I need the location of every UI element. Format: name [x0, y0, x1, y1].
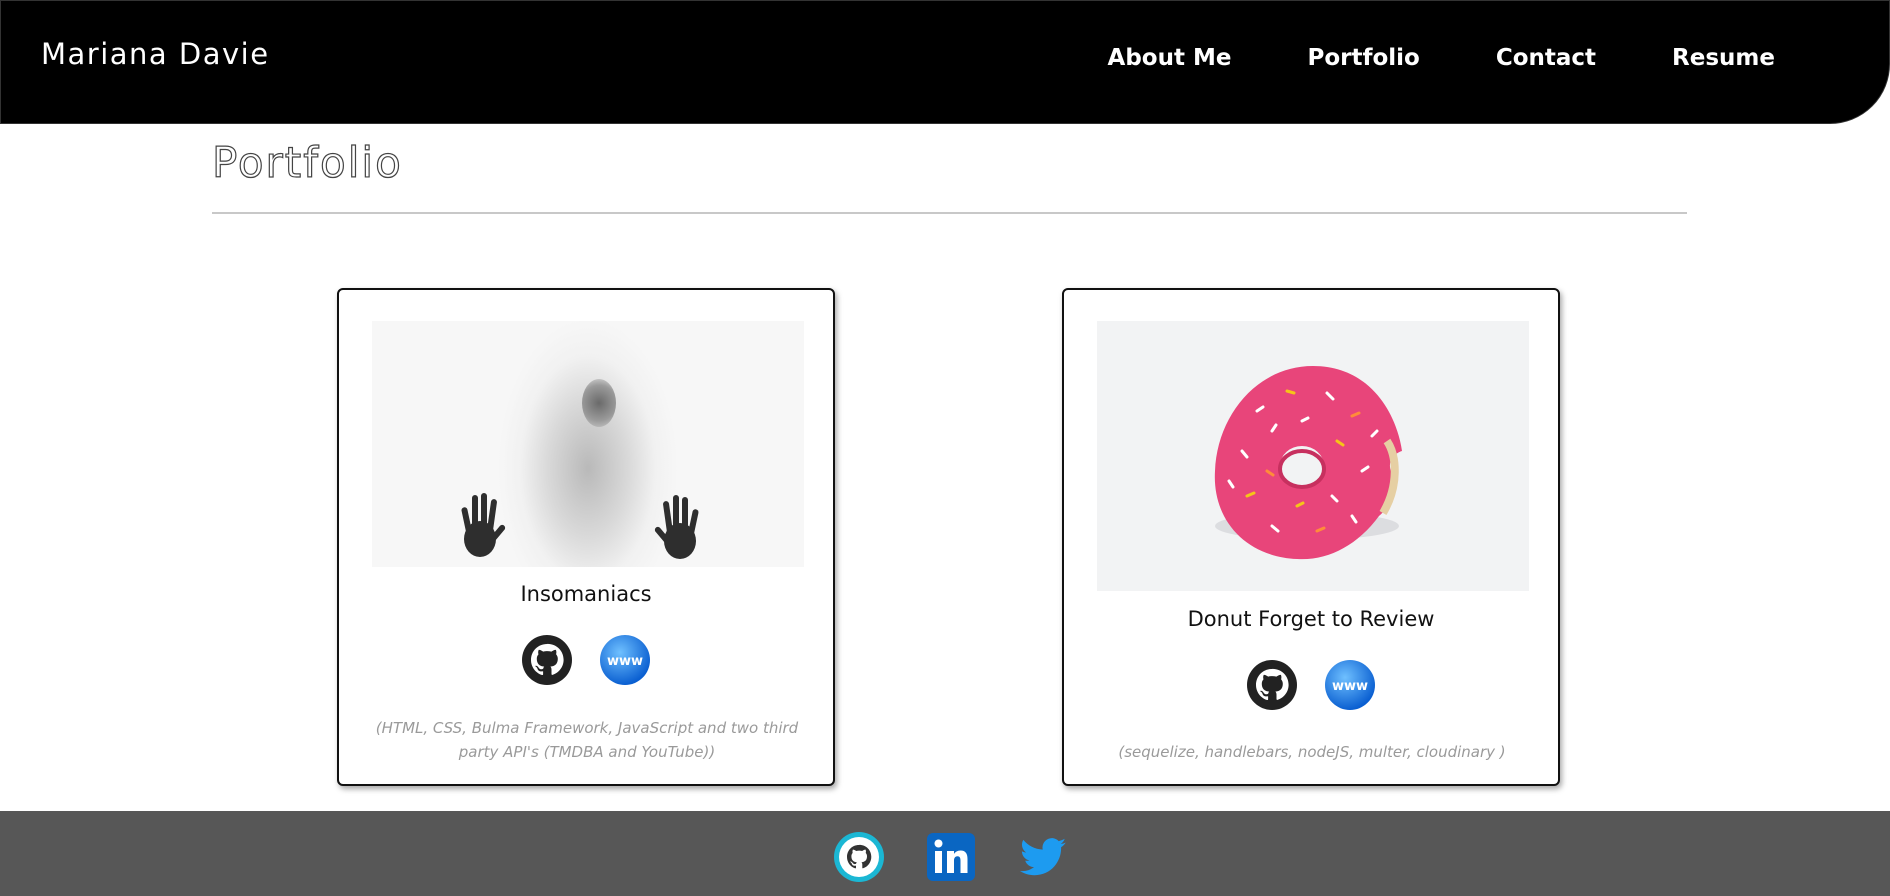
svg-text:www: www — [1332, 679, 1368, 694]
github-icon[interactable] — [521, 634, 573, 686]
twitter-icon[interactable] — [1017, 831, 1069, 883]
social-links — [833, 831, 1069, 883]
project-links: www — [339, 634, 833, 686]
site-header: Mariana Davie About Me Portfolio Contact… — [0, 0, 1890, 124]
www-icon[interactable]: www — [599, 634, 651, 686]
project-links: www — [1064, 659, 1558, 711]
brand-name[interactable]: Mariana Davie — [41, 37, 270, 71]
project-tech: (sequelize, handlebars, nodeJS, multer, … — [1118, 743, 1506, 761]
project-image-ghost — [372, 321, 804, 567]
project-image-donut — [1097, 321, 1529, 591]
title-divider — [212, 212, 1687, 214]
project-tech: (HTML, CSS, Bulma Framework, JavaScript … — [375, 719, 799, 761]
www-icon[interactable]: www — [1324, 659, 1376, 711]
nav-contact[interactable]: Contact — [1496, 45, 1596, 71]
project-title: Insomaniacs — [520, 582, 652, 606]
nav-about-me[interactable]: About Me — [1108, 45, 1232, 71]
nav-resume[interactable]: Resume — [1672, 45, 1775, 71]
project-title: Donut Forget to Review — [1187, 607, 1435, 631]
main-nav: About Me Portfolio Contact Resume — [1108, 45, 1775, 71]
page-title: Portfolio — [211, 137, 403, 187]
svg-text:www: www — [607, 654, 643, 669]
linkedin-icon[interactable] — [925, 831, 977, 883]
github-icon[interactable] — [1246, 659, 1298, 711]
github-icon[interactable] — [833, 831, 885, 883]
site-footer — [0, 811, 1890, 896]
nav-portfolio[interactable]: Portfolio — [1307, 45, 1419, 71]
project-card-donut: Donut Forget to Review www (sequelize, h… — [1062, 288, 1560, 786]
project-card-insomaniacs: Insomaniacs www (HTML, CSS, Bulma Framew… — [337, 288, 835, 786]
